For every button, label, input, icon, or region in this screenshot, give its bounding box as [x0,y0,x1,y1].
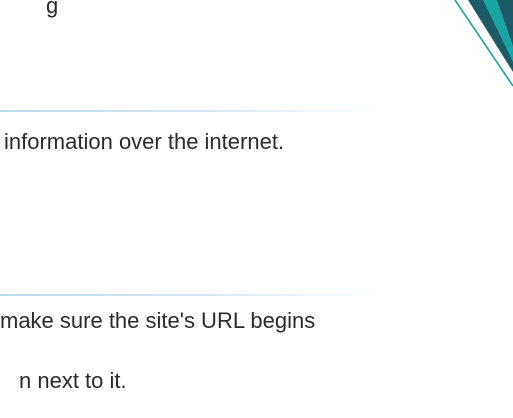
decorative-chevron-icon [454,0,513,87]
document-page: g information over the internet. make su… [0,0,513,418]
section-divider [0,294,385,296]
text-line-next-to-it: n next to it. [19,368,127,393]
text-line-url: make sure the site's URL begins [0,308,316,333]
text-line-internet: information over the internet. [4,129,285,154]
text-line-partial-top: g [46,0,59,18]
section-divider [0,110,385,112]
